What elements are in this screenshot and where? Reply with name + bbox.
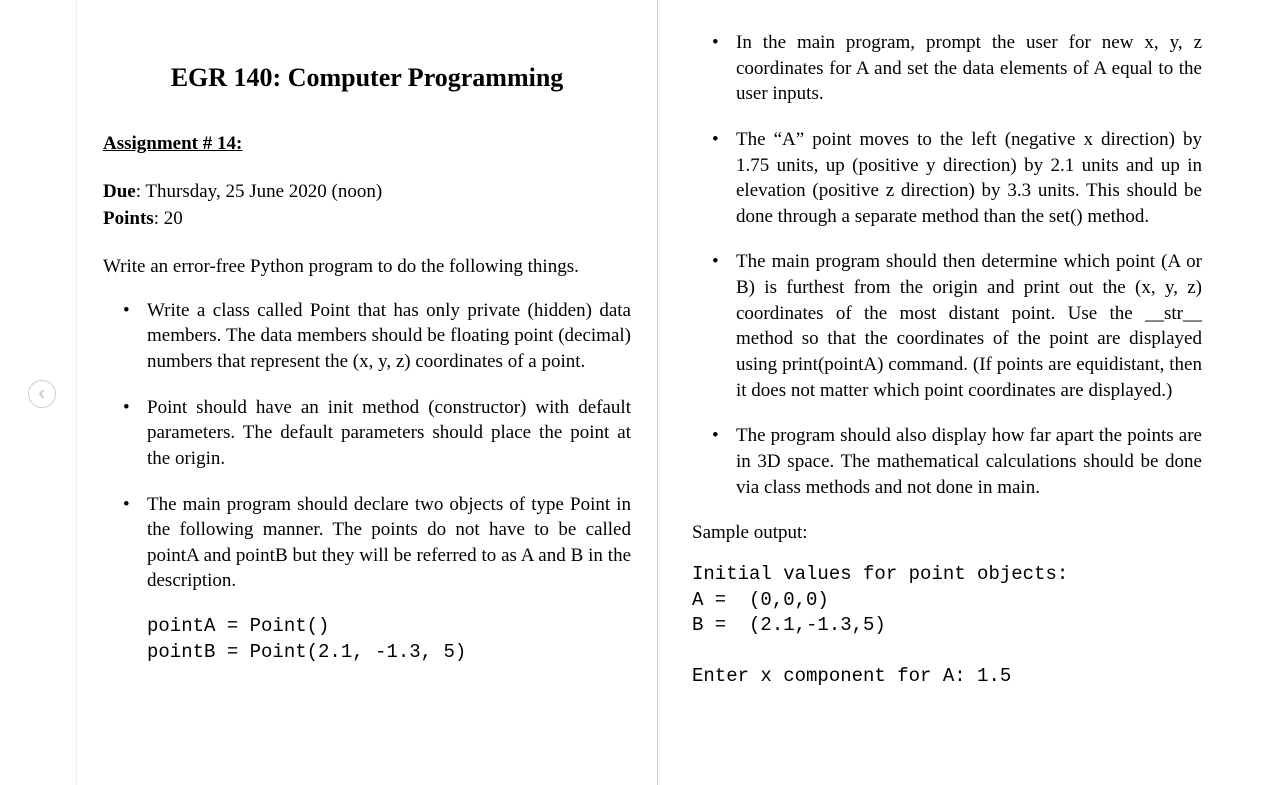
prev-page-button[interactable] (28, 380, 56, 408)
sample-output-label: Sample output: (692, 520, 1202, 546)
code-block: pointA = Point() pointB = Point(2.1, -1.… (103, 614, 631, 665)
right-bullet-list: In the main program, prompt the user for… (692, 30, 1202, 500)
left-column: EGR 140: Computer Programming Assignment… (76, 0, 658, 785)
chevron-left-icon (37, 389, 47, 399)
list-item: Write a class called Point that has only… (147, 298, 631, 375)
intro-paragraph: Write an error-free Python program to do… (103, 254, 631, 280)
points-value: : 20 (154, 208, 183, 229)
due-value: : Thursday, 25 June 2020 (noon) (136, 181, 382, 202)
due-label: Due (103, 181, 136, 202)
list-item: The “A” point moves to the left (negativ… (736, 127, 1202, 230)
list-item: The main program should then determine w… (736, 249, 1202, 403)
document-body: EGR 140: Computer Programming Assignment… (76, 0, 1268, 785)
course-title: EGR 140: Computer Programming (103, 60, 631, 95)
list-item: In the main program, prompt the user for… (736, 30, 1202, 107)
assignment-heading: Assignment # 14: (103, 131, 631, 157)
list-item: Point should have an init method (constr… (147, 395, 631, 472)
right-column: In the main program, prompt the user for… (658, 0, 1228, 785)
meta-block: Due: Thursday, 25 June 2020 (noon) Point… (103, 179, 631, 232)
list-item: The program should also display how far … (736, 423, 1202, 500)
points-label: Points (103, 208, 154, 229)
list-item: The main program should declare two obje… (147, 492, 631, 595)
left-bullet-list: Write a class called Point that has only… (103, 298, 631, 594)
sample-output-block: Initial values for point objects: A = (0… (692, 562, 1202, 690)
due-line: Due: Thursday, 25 June 2020 (noon) (103, 179, 631, 205)
points-line: Points: 20 (103, 206, 631, 232)
